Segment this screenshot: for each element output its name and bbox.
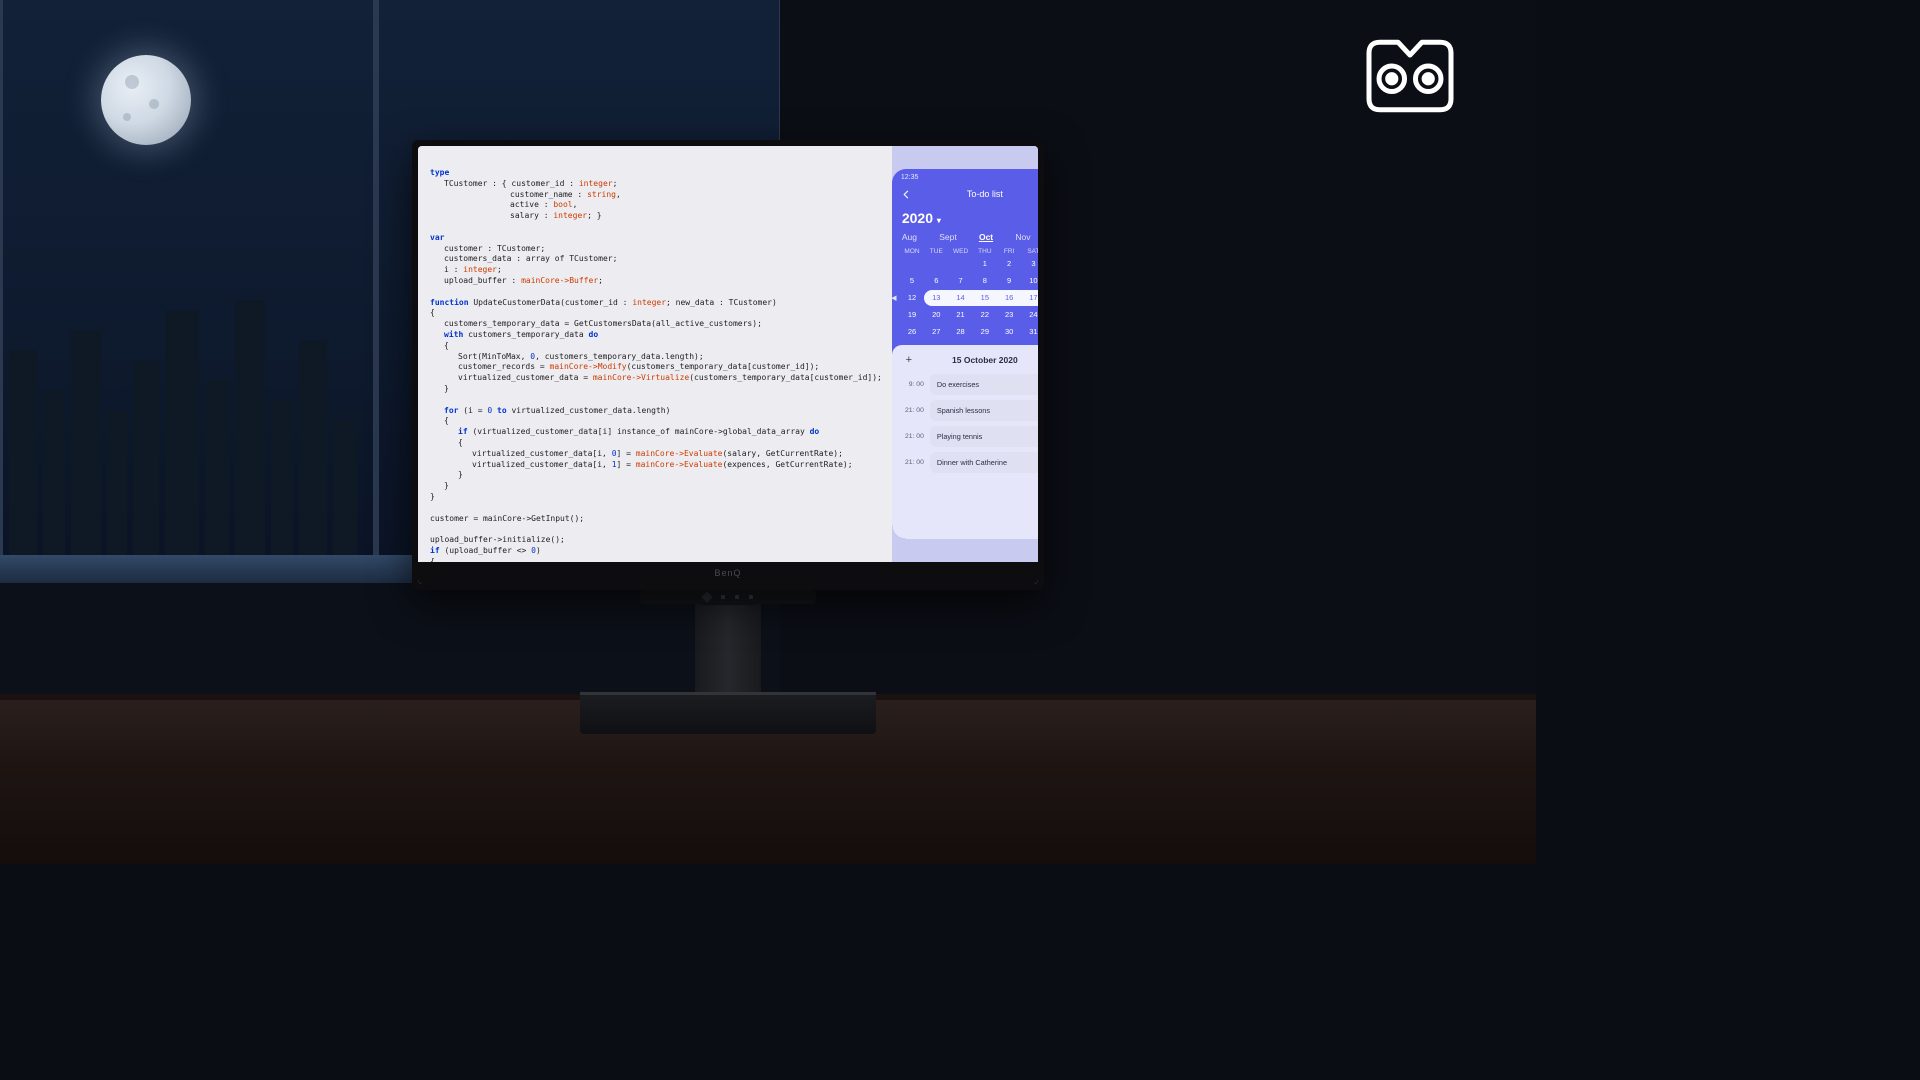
task-row[interactable]: 9: 00 Do exercises✓: [900, 374, 1038, 395]
calendar-day[interactable]: 31: [1023, 325, 1038, 339]
monitor-control-bar: [640, 590, 816, 604]
app-title: To-do list: [967, 189, 1003, 199]
month-sept[interactable]: Sept: [939, 232, 957, 242]
calendar-day[interactable]: 22: [975, 308, 995, 322]
task-label: Spanish lessons: [937, 406, 990, 415]
task-pill[interactable]: Do exercises✓: [930, 374, 1038, 395]
month-oct[interactable]: Oct: [979, 232, 993, 242]
calendar-day[interactable]: 21: [951, 308, 971, 322]
calendar-day[interactable]: 17: [1023, 291, 1038, 305]
calendar-day[interactable]: 7: [951, 274, 971, 288]
task-time: 21: 00: [900, 433, 924, 440]
calendar-day[interactable]: 20: [926, 308, 946, 322]
monitor-brand-label: BenQ: [418, 562, 1038, 584]
monitor-stand-base: [580, 694, 876, 734]
task-label: Dinner with Catherine: [937, 458, 1007, 467]
calendar-day[interactable]: 26: [902, 325, 922, 339]
task-pill[interactable]: Dinner with Catherine: [930, 452, 1038, 473]
task-row[interactable]: 21: 00 Playing tennis✓: [900, 426, 1038, 447]
phone-statusbar: 12:35 ▲ ◉ ▮: [892, 169, 1038, 184]
calendar-day[interactable]: 2: [999, 257, 1019, 271]
calendar-day[interactable]: 3: [1023, 257, 1038, 271]
add-task-button[interactable]: +: [903, 354, 915, 366]
phone-mock: 12:35 ▲ ◉ ▮ To-do list: [892, 169, 1038, 539]
search-icon[interactable]: [1036, 212, 1038, 224]
calendar-daynames: MONTUEWEDTHUFRISATSUN: [892, 248, 1038, 255]
calendar-day[interactable]: 24: [1023, 308, 1038, 322]
month-aug[interactable]: Aug: [902, 232, 917, 242]
calendar-day[interactable]: 23: [999, 308, 1019, 322]
calendar-day[interactable]: 9: [999, 274, 1019, 288]
calendar-day[interactable]: 5: [902, 274, 922, 288]
year-selector[interactable]: 2020 ▾: [902, 210, 941, 226]
calendar-day[interactable]: 6: [926, 274, 946, 288]
todo-panel: + 15 October 2020 ⋮ 9: 00Do exercises✓21…: [892, 345, 1038, 539]
cal-prev-icon[interactable]: ◀: [892, 291, 898, 305]
preview-pane: 12:35 ▲ ◉ ▮ To-do list: [892, 146, 1038, 562]
task-pill[interactable]: Playing tennis✓: [930, 426, 1038, 447]
calendar-day[interactable]: 27: [926, 325, 946, 339]
calendar-day[interactable]: 8: [975, 274, 995, 288]
owl-logo: [1354, 35, 1466, 117]
back-icon[interactable]: [901, 188, 913, 200]
code-editor[interactable]: type TCustomer : { customer_id : integer…: [418, 146, 892, 562]
calendar-day[interactable]: 1: [975, 257, 995, 271]
task-time: 9: 00: [900, 381, 924, 388]
calendar-day[interactable]: 13: [926, 291, 946, 305]
window-pane-left: [0, 0, 376, 563]
task-label: Playing tennis: [937, 432, 982, 441]
month-tabs[interactable]: Aug Sept Oct Nov Dec: [892, 230, 1038, 248]
task-label: Do exercises: [937, 380, 979, 389]
calendar-day[interactable]: 14: [951, 291, 971, 305]
todo-date: 15 October 2020: [952, 355, 1018, 365]
calendar-day[interactable]: 12: [902, 291, 922, 305]
calendar-day[interactable]: 19: [902, 308, 922, 322]
status-time: 12:35: [901, 174, 919, 182]
scene-root: type TCustomer : { customer_id : integer…: [0, 0, 1536, 864]
calendar-day[interactable]: 29: [975, 325, 995, 339]
moon: [101, 55, 191, 145]
monitor: type TCustomer : { customer_id : integer…: [412, 140, 1044, 590]
calendar-day[interactable]: 28: [951, 325, 971, 339]
month-nov[interactable]: Nov: [1015, 232, 1030, 242]
calendar-day[interactable]: 16: [999, 291, 1019, 305]
task-time: 21: 00: [900, 407, 924, 414]
task-pill[interactable]: Spanish lessons✓: [930, 400, 1038, 421]
task-row[interactable]: 21: 00 Dinner with Catherine: [900, 452, 1038, 473]
calendar-day[interactable]: 10: [1023, 274, 1038, 288]
calendar-grid[interactable]: ◀ ▶ 123456789101112131415161718192021222…: [892, 255, 1038, 345]
screen: type TCustomer : { customer_id : integer…: [418, 146, 1038, 562]
task-time: 21: 00: [900, 459, 924, 466]
calendar-day[interactable]: 15: [975, 291, 995, 305]
calendar-day[interactable]: 30: [999, 325, 1019, 339]
task-row[interactable]: 21: 00 Spanish lessons✓: [900, 400, 1038, 421]
